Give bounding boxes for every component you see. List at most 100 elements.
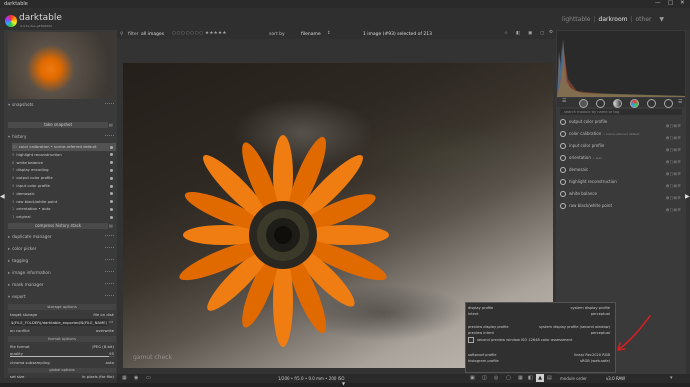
export-path-input[interactable]: $(FILE_FOLDER)/darktable_exported/$(FILE…	[10, 319, 108, 326]
chevron-down-icon[interactable]: ▾	[670, 375, 673, 381]
presets-menu-icon[interactable]: ☰	[678, 99, 682, 105]
view-darkroom[interactable]: darkroom	[599, 16, 628, 23]
guides-icon[interactable]: ▦	[518, 375, 523, 381]
tagging-header[interactable]: ▸ tagging	[8, 257, 116, 265]
target-storage-select[interactable]: target storage file on disk	[10, 311, 116, 318]
preset-icon[interactable]	[105, 259, 114, 263]
histogram[interactable]	[557, 31, 685, 97]
filter-select[interactable]: all images	[141, 32, 164, 37]
module-search-input[interactable]: search module by name or tag	[560, 109, 682, 115]
effect-modules-tab[interactable]	[664, 99, 673, 108]
mask-manager-header[interactable]: ▸ mask manager	[8, 281, 116, 289]
compress-history-button[interactable]: compress history stack	[8, 223, 108, 229]
power-icon	[560, 167, 566, 173]
histogram-profile-select[interactable]: histogram profile sRGB (web-safe)	[468, 358, 614, 364]
history-item[interactable]: 6 output color profile	[12, 174, 116, 182]
softproof-icon[interactable]: ◧	[528, 375, 533, 381]
maximize-button[interactable]: □	[668, 0, 673, 6]
chroma-subsampling-select[interactable]: chroma subsampling auto	[10, 359, 116, 366]
collapse-left-panel-arrow[interactable]: ◀	[0, 193, 5, 200]
history-item[interactable]: 7 display encoding	[12, 166, 116, 174]
module-color-calibration[interactable]: color calibration • scene-referred defaul…	[558, 128, 684, 140]
active-modules-tab[interactable]	[579, 99, 588, 108]
module-demosaic[interactable]: demosaic ▤▢▤☰	[558, 164, 684, 176]
tone-modules-tab[interactable]	[613, 99, 622, 108]
preset-icon[interactable]	[105, 295, 114, 299]
display-icon[interactable]: ▢	[540, 31, 544, 36]
folder-icon[interactable]: ▭	[109, 320, 113, 325]
history-item[interactable]: 10 color calibration • scene-referred def…	[12, 143, 116, 151]
focus-peaking-icon[interactable]: ◎	[494, 375, 498, 381]
color-picker-header[interactable]: ▸ color picker	[8, 245, 116, 253]
raw-overexposed-icon[interactable]: ▣	[470, 375, 475, 381]
preset-icon[interactable]	[105, 283, 114, 287]
minimize-button[interactable]: —	[655, 0, 661, 6]
history-item[interactable]: 3 raw black/white point	[12, 198, 116, 206]
chevron-right-icon: ▸	[8, 270, 11, 275]
take-snapshot-button[interactable]: take snapshot	[8, 122, 108, 128]
history-style-icon[interactable]: ▤	[109, 223, 113, 228]
chevron-down-icon[interactable]: ▼	[659, 16, 664, 23]
quality-slider[interactable]: quality 95	[10, 350, 116, 357]
display-profile-icon[interactable]: ▤	[547, 375, 552, 381]
preset-icon[interactable]	[105, 235, 114, 239]
snapshot-icon[interactable]: ▤	[109, 122, 113, 127]
rating-filter-stars-icon[interactable]: ★★★★★	[205, 31, 227, 36]
quick-access-icon[interactable]: ☰	[562, 98, 566, 104]
preset-icon[interactable]	[105, 247, 114, 251]
expand-filmstrip-arrow[interactable]: ▼	[342, 381, 345, 386]
history-item[interactable]: 5 input color profile	[12, 182, 116, 190]
on-conflict-select[interactable]: on conflict overwrite	[10, 327, 116, 334]
module-white-balance[interactable]: white balance ▤▢▤☰	[558, 188, 684, 200]
color-assessment-icon[interactable]: ▢	[506, 375, 511, 381]
module-raw-black-white-point[interactable]: raw black/white point ▤▢▤☰	[558, 200, 684, 212]
funnel-icon[interactable]: ⚲	[120, 32, 123, 37]
history-item[interactable]: 1 original	[12, 213, 116, 221]
styles-icon[interactable]: ◉	[134, 375, 138, 381]
color-modules-tab[interactable]	[630, 99, 639, 108]
preview-intent-select[interactable]: preview intent perceptual	[468, 330, 614, 336]
sort-direction-icon[interactable]: ↕	[327, 31, 331, 36]
storage-options-section: storage options	[8, 304, 116, 310]
preset-icon[interactable]	[105, 103, 114, 107]
navigation-thumbnail[interactable]	[8, 32, 114, 99]
module-order-label: module order	[560, 376, 587, 381]
second-window-icon[interactable]: ▭	[146, 375, 151, 381]
chevron-right-icon: ▸	[8, 234, 11, 239]
preset-icon[interactable]	[105, 135, 114, 139]
collapse-right-panel-arrow[interactable]: ▶	[685, 193, 690, 200]
module-highlight-reconstruction[interactable]: highlight reconstruction ▤▢▤☰	[558, 176, 684, 188]
color-label-filter-icons[interactable]: ○○○○○○○	[172, 31, 204, 36]
history-item[interactable]: 4 demosaic	[12, 190, 116, 198]
view-lighttable[interactable]: lighttable	[562, 16, 591, 23]
duplicate-manager-header[interactable]: ▸ duplicate manager	[8, 233, 116, 241]
grouping-icon[interactable]: ◧	[516, 31, 520, 36]
quick-access-presets-icon[interactable]: ▦	[122, 375, 127, 381]
overlays-icon[interactable]: ▣	[528, 31, 532, 36]
export-header[interactable]: ▾ export	[8, 293, 116, 301]
history-item[interactable]: 8 white balance	[12, 159, 116, 167]
star-icon[interactable]: ☆	[504, 31, 508, 36]
gamut-check-icon[interactable]: ▲	[536, 374, 544, 382]
preset-icon[interactable]	[105, 271, 114, 275]
sort-select[interactable]: filename	[301, 32, 321, 37]
intent-select[interactable]: intent perceptual	[468, 311, 614, 317]
history-item[interactable]: 2 orientation • auto	[12, 205, 116, 213]
iso12646-checkbox[interactable]: second preview window ISO 12646 color as…	[468, 337, 614, 343]
filter-label: filter	[128, 32, 139, 37]
clipping-icon[interactable]: ◫	[482, 375, 487, 381]
module-input-color-profile[interactable]: input color profile ▤▢▤☰	[558, 140, 684, 152]
module-orientation[interactable]: orientation • auto ▤▢▤☰	[558, 152, 684, 164]
gear-icon[interactable]: ⚙	[549, 30, 553, 35]
file-format-select[interactable]: file format JPEG (8-bit)	[10, 343, 116, 350]
close-button[interactable]: ✕	[680, 0, 685, 6]
history-header[interactable]: ▾ history	[8, 133, 116, 141]
module-output-color-profile[interactable]: output color profile ▤▢▤☰	[558, 116, 684, 128]
correct-modules-tab[interactable]	[647, 99, 656, 108]
history-item[interactable]: 9 highlight reconstruction	[12, 151, 116, 159]
view-other[interactable]: other	[636, 16, 652, 23]
base-modules-tab[interactable]	[596, 99, 605, 108]
snapshots-header[interactable]: ▾ snapshots	[8, 101, 116, 109]
set-size-select[interactable]: set size in pixels (for file)	[10, 374, 116, 380]
image-information-header[interactable]: ▸ image information	[8, 269, 116, 277]
